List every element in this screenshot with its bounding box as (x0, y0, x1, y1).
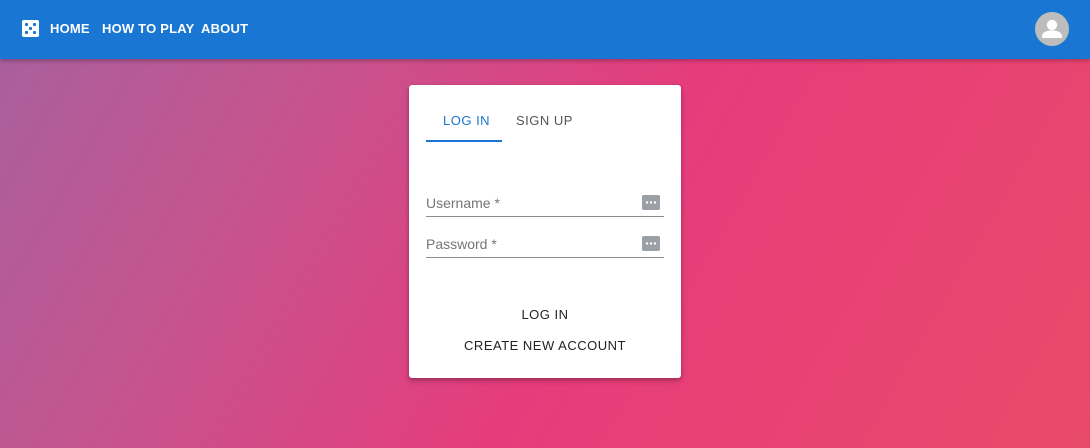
create-new-account-button[interactable]: CREATE NEW ACCOUNT (409, 338, 681, 353)
active-tab-indicator (426, 140, 502, 142)
nav-home-link[interactable]: HOME (50, 21, 90, 36)
password-field[interactable]: Password * (426, 230, 664, 258)
account-avatar-button[interactable] (1035, 12, 1069, 46)
password-manager-icon[interactable] (642, 236, 660, 251)
app-bar: HOME HOW TO PLAY ABOUT (0, 0, 1090, 59)
nav-how-to-play-link[interactable]: HOW TO PLAY (102, 21, 195, 36)
username-field[interactable]: Username * (426, 189, 664, 217)
dice-icon[interactable] (22, 20, 39, 37)
log-in-button[interactable]: LOG IN (409, 307, 681, 322)
username-label: Username * (426, 195, 500, 211)
auth-card: LOG IN SIGN UP Username * Password * LOG… (409, 85, 681, 378)
password-label: Password * (426, 236, 497, 252)
tab-log-in[interactable]: LOG IN (443, 113, 490, 128)
account-icon (1042, 19, 1062, 38)
nav-about-link[interactable]: ABOUT (201, 21, 248, 36)
password-manager-icon[interactable] (642, 195, 660, 210)
tab-sign-up[interactable]: SIGN UP (516, 113, 573, 128)
